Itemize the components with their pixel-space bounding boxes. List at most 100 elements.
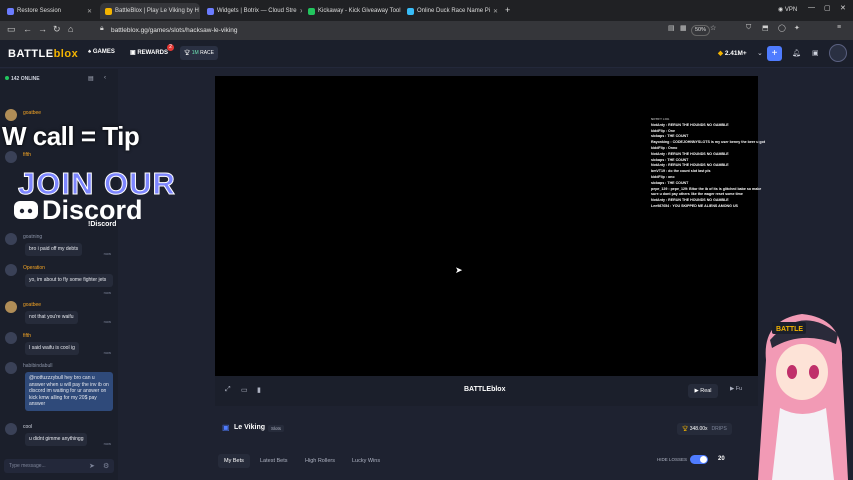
game-thumbnail-icon: ▣ xyxy=(222,423,230,432)
race-widget[interactable]: 🏆︎ 1M RACE xyxy=(180,46,218,60)
avatar xyxy=(5,264,17,276)
chevron-down-icon[interactable]: ⌄ xyxy=(757,49,763,57)
avatar-eye-left xyxy=(787,365,797,379)
battleblox-bar-logo: BATTLEblox xyxy=(464,386,506,393)
chat-message: fifth I said waifu is cool ig now xyxy=(5,332,115,362)
user-avatar[interactable] xyxy=(829,44,847,62)
rewards-badge: 2 xyxy=(167,44,174,51)
kick-icon xyxy=(308,7,315,15)
collapse-icon[interactable]: ‹ xyxy=(104,75,106,81)
row-count-select[interactable]: 20 xyxy=(718,456,725,462)
back-icon[interactable]: ← xyxy=(23,24,32,34)
pocket-icon[interactable]: ⬒ xyxy=(762,24,769,32)
avatar xyxy=(5,332,17,344)
wallet-icon[interactable]: ▣ xyxy=(812,49,819,57)
log-line: Lee987654 : YOU SKIPPED ME ALIENS AMONG … xyxy=(651,203,738,208)
notify-log-overlay: NOTIFY LOG NotAnty : RERUN THE HOUNDS NO… xyxy=(651,117,766,208)
chat-message: goatning bro i paid off my debts now xyxy=(5,233,115,263)
real-mode-button[interactable]: ▶ Real xyxy=(688,384,718,398)
settings-icon[interactable]: ⚙ xyxy=(103,462,109,470)
category-badge: Slots xyxy=(268,425,285,432)
account-icon[interactable]: ◯ xyxy=(778,24,786,32)
trophy-icon: 🏆︎ xyxy=(682,426,689,432)
avatar xyxy=(5,109,17,121)
online-dot xyxy=(5,76,9,80)
lock-icon: 🔒︎ xyxy=(100,25,104,32)
chat-message: habibindabull @notfuzzzybull hey bro can… xyxy=(5,362,115,417)
avatar-face xyxy=(776,344,828,400)
tab-duck-race[interactable]: Online Duck Race Name Pi ✕ xyxy=(402,3,502,19)
avatar xyxy=(5,151,17,163)
minimize-button[interactable]: — xyxy=(808,4,815,11)
address-bar: ▭ ← → ↻ ⌂ 🔒︎ battleblox.gg/games/slots/h… xyxy=(0,21,853,40)
page-icon xyxy=(7,7,14,15)
shield-icon[interactable]: ⛉ xyxy=(746,24,751,32)
rules-icon[interactable]: ▤ xyxy=(88,75,94,82)
tab-kickaway[interactable]: Kickaway - Kick Giveaway Tool ✕ xyxy=(303,3,401,19)
tab-battleblox[interactable]: BattleBlox | Play Le Viking by H ✕ xyxy=(100,3,200,19)
reader-icon[interactable]: ▤ xyxy=(668,24,675,32)
coin-icon: ◆ xyxy=(718,50,723,57)
mouse-cursor: ➤ xyxy=(455,265,463,275)
url-field[interactable]: battleblox.gg/games/slots/hacksaw-le-vik… xyxy=(111,24,237,37)
send-icon[interactable]: ➤ xyxy=(89,462,95,470)
vtuber-avatar: BATTLE xyxy=(758,314,848,480)
tab-lucky-wins[interactable]: Lucky Wins xyxy=(346,454,386,468)
avatar-eye-right xyxy=(809,365,819,379)
close-icon[interactable]: ✕ xyxy=(493,8,498,15)
star-icon[interactable]: ☆ xyxy=(710,24,716,32)
vpn-button[interactable]: ◉ VPN xyxy=(778,6,797,13)
theater-icon[interactable]: ▭ xyxy=(241,386,248,394)
close-icon[interactable]: ✕ xyxy=(87,8,92,15)
games-nav-button[interactable]: ♠ GAMES xyxy=(88,49,115,55)
new-tab-button[interactable]: + xyxy=(505,5,510,15)
fun-mode-button[interactable]: ▶ Fu xyxy=(730,386,742,392)
rewards-nav-button[interactable]: ▣ REWARDS xyxy=(130,49,168,56)
sidebar-icon[interactable]: ▭ xyxy=(7,24,16,35)
extensions-icon[interactable]: ✦ xyxy=(794,24,800,32)
zoom-level[interactable]: 50% xyxy=(691,25,711,36)
bell-icon[interactable]: 🔔︎ xyxy=(792,49,801,57)
game-control-bar: ⤢ ▭ ▮ BATTLEblox ▶ Real ▶ Fu xyxy=(215,376,758,406)
log-line: pepe_129 : pepe_129: Bitor the ib of its… xyxy=(651,186,762,197)
tip-call-overlay: W call = Tip xyxy=(2,121,140,151)
avatar-body xyxy=(772,408,834,480)
hide-losses-label: HIDE LOSSES xyxy=(657,457,688,462)
menu-icon[interactable]: ≡ xyxy=(837,24,841,31)
avatar xyxy=(5,233,17,245)
chat-message: goatbee not that you're waifu now xyxy=(5,301,115,331)
chat-message: cool u didnt gimme anythingg now xyxy=(5,423,115,453)
reload-icon[interactable]: ↻ xyxy=(53,24,61,35)
chat-message: Operation yo, im about to fly some fight… xyxy=(5,264,115,299)
discord-overlay: JOIN OUR Discord !Discord xyxy=(8,166,196,230)
tab-high-rollers[interactable]: High Rollers xyxy=(299,454,341,468)
balance-display[interactable]: ◆ 2.41M+ xyxy=(718,49,747,57)
extension-icon[interactable]: ▦ xyxy=(680,24,687,32)
game-title: Le Viking xyxy=(234,424,265,431)
battleblox-logo[interactable]: BATTLEblox xyxy=(8,48,78,60)
tab-restore-session[interactable]: Restore Session ✕ xyxy=(2,3,97,19)
site-header: BATTLEblox ♠ GAMES ▣ REWARDS 2 🏆︎ 1M RAC… xyxy=(0,40,853,68)
chat-input[interactable]: Type message... xyxy=(4,459,114,473)
hide-losses-toggle[interactable] xyxy=(690,455,708,464)
tab-latest-bets[interactable]: Latest Bets xyxy=(254,454,294,468)
deposit-button[interactable]: + xyxy=(767,46,782,61)
battleblox-icon xyxy=(105,7,112,15)
stats-icon[interactable]: ▮ xyxy=(257,386,261,394)
tab-botrix[interactable]: Widgets | Botrix — Cloud Stre ✕ xyxy=(202,3,302,19)
page-icon xyxy=(407,7,414,15)
maximize-button[interactable]: ▢ xyxy=(824,4,831,12)
avatar xyxy=(5,301,17,313)
discord-command: !Discord xyxy=(88,221,117,228)
fullscreen-icon[interactable]: ⤢ xyxy=(225,386,231,394)
home-icon[interactable]: ⌂ xyxy=(68,24,73,34)
tab-my-bets[interactable]: My Bets xyxy=(218,454,250,468)
close-window-button[interactable]: ✕ xyxy=(840,4,846,12)
discord-logo-shape xyxy=(19,208,33,214)
max-win-badge: 🏆︎ 348.00x DRIPS xyxy=(677,423,732,435)
avatar-cap-text: BATTLE xyxy=(776,326,803,333)
online-count: 142 ONLINE xyxy=(5,76,40,82)
forward-icon[interactable]: → xyxy=(38,24,47,34)
close-icon[interactable]: ✕ xyxy=(300,8,302,15)
trophy-icon: 🏆︎ xyxy=(184,50,191,56)
